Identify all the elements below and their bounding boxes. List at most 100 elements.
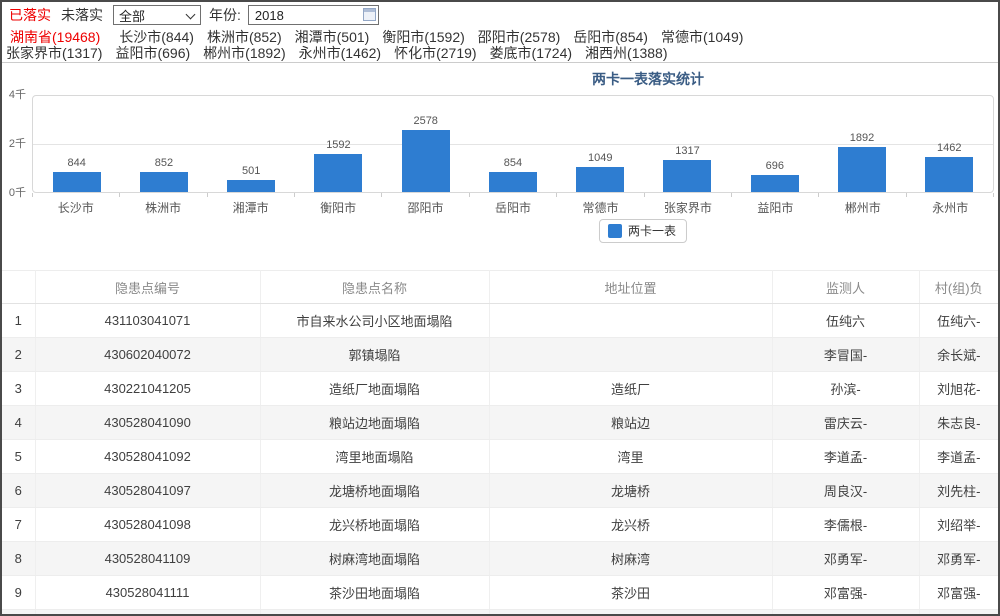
- y-axis-tick-2k: 2千: [2, 138, 26, 150]
- cell-hazard-id: 431103041071: [35, 304, 260, 338]
- x-axis-label: 长沙市: [32, 199, 119, 216]
- city-link[interactable]: 永州市(1462): [299, 45, 381, 61]
- cell-row-number: 1: [2, 304, 35, 338]
- axis-tick: [557, 193, 644, 197]
- cell-monitor: 邓勇军-: [772, 542, 919, 576]
- cell-village-officer: 刘旭花-: [919, 372, 998, 406]
- cell-hazard-name: 造纸厂地面塌陷: [260, 372, 489, 406]
- table-row[interactable]: 4430528041090粮站边地面塌陷粮站边雷庆云-朱志良-: [2, 406, 998, 440]
- bar-value-label: 1892: [850, 132, 874, 144]
- x-axis-label: 常德市: [557, 199, 644, 216]
- x-axis-label: 邵阳市: [382, 199, 469, 216]
- table-row[interactable]: 7430528041098龙兴桥地面塌陷龙兴桥李儒根-刘绍举-: [2, 508, 998, 542]
- legend[interactable]: 两卡一表: [599, 219, 687, 243]
- cell-monitor: 邓富强-: [772, 576, 919, 610]
- bar[interactable]: [227, 180, 275, 192]
- city-link[interactable]: 娄底市(1724): [490, 45, 572, 61]
- province-link[interactable]: 湖南省(19468): [10, 29, 100, 45]
- x-axis-labels: 长沙市株洲市湘潭市衡阳市邵阳市岳阳市常德市张家界市益阳市郴州市永州市: [32, 199, 994, 216]
- axis-tick: [382, 193, 469, 197]
- bar[interactable]: [663, 160, 711, 192]
- bar-value-label: 696: [766, 160, 784, 172]
- axis-tick: [120, 193, 207, 197]
- cell-hazard-id: 430528041111: [35, 576, 260, 610]
- table-row[interactable]: 3430221041205造纸厂地面塌陷造纸厂孙滨-刘旭花-: [2, 372, 998, 406]
- bar-value-label: 1592: [326, 139, 350, 151]
- city-link[interactable]: 株洲市(852): [207, 29, 282, 45]
- cell-monitor: 李道孟-: [772, 440, 919, 474]
- cell-hazard-id: 430528041098: [35, 508, 260, 542]
- bar-cell: 696: [731, 96, 818, 192]
- bar[interactable]: [402, 130, 450, 192]
- tab-not-implemented[interactable]: 未落实: [61, 5, 103, 25]
- bar[interactable]: [53, 172, 101, 192]
- bar[interactable]: [925, 157, 973, 192]
- city-link[interactable]: 长沙市(844): [119, 29, 194, 45]
- city-link[interactable]: 湘西州(1388): [585, 45, 667, 61]
- bar-value-label: 501: [242, 165, 260, 177]
- plot-area: 844852501159225788541049131769618921462: [32, 95, 994, 193]
- cell-row-number: 4: [2, 406, 35, 440]
- x-axis-label: 张家界市: [644, 199, 731, 216]
- axis-tick: [732, 193, 819, 197]
- cell-row-number: 10: [2, 610, 35, 616]
- region-filter-select[interactable]: 全部: [113, 5, 201, 25]
- city-link[interactable]: 常德市(1049): [661, 29, 743, 45]
- cell-village-officer: 刘绍举-: [919, 508, 998, 542]
- cell-village-officer: 刘先柱-: [919, 474, 998, 508]
- city-link[interactable]: 益阳市(696): [115, 45, 190, 61]
- hazard-table-wrap: 隐患点编号隐患点名称地址位置监测人村(组)负 1431103041071市自来水…: [2, 270, 998, 616]
- table-row[interactable]: 5430528041092湾里地面塌陷湾里李道孟-李道孟-: [2, 440, 998, 474]
- calendar-icon[interactable]: [363, 8, 376, 21]
- axis-tick: [645, 193, 732, 197]
- table-row[interactable]: 9430528041111茶沙田地面塌陷茶沙田邓富强-邓富强-: [2, 576, 998, 610]
- city-link[interactable]: 湘潭市(501): [295, 29, 370, 45]
- bar-cell: 501: [208, 96, 295, 192]
- bar[interactable]: [751, 175, 799, 192]
- cell-hazard-id: 430528041097: [35, 474, 260, 508]
- year-input[interactable]: [248, 5, 379, 25]
- bar[interactable]: [140, 172, 188, 192]
- x-axis-label: 株洲市: [119, 199, 206, 216]
- cell-hazard-name: 龙兴桥地面塌陷: [260, 508, 489, 542]
- city-link[interactable]: 怀化市(2719): [394, 45, 476, 61]
- table-row[interactable]: 1431103041071市自来水公司小区地面塌陷伍纯六伍纯六-: [2, 304, 998, 338]
- cell-hazard-name: 龙塘桥地面塌陷: [260, 474, 489, 508]
- table-row[interactable]: 6430528041097龙塘桥地面塌陷龙塘桥周良汉-刘先柱-: [2, 474, 998, 508]
- x-axis-label: 湘潭市: [207, 199, 294, 216]
- cell-hazard-id: 430528041092: [35, 440, 260, 474]
- bar-chart: 两卡一表落实统计 4千 2千 0千 8448525011592257885410…: [2, 62, 998, 253]
- bar[interactable]: [838, 147, 886, 192]
- year-field-wrap: [248, 5, 379, 25]
- cell-village-officer: 邓富强-: [919, 576, 998, 610]
- year-label: 年份:: [209, 5, 241, 25]
- cell-village-officer: 伍纯六-: [919, 304, 998, 338]
- bar-cell: 1892: [818, 96, 905, 192]
- cell-monitor: 伍纯六: [772, 304, 919, 338]
- bar[interactable]: [489, 172, 537, 192]
- axis-tick: [907, 193, 994, 197]
- tab-implemented[interactable]: 已落实: [9, 5, 51, 25]
- bar[interactable]: [314, 154, 362, 192]
- cell-monitor: 孙滨-: [772, 372, 919, 406]
- city-link[interactable]: 张家界市(1317): [6, 45, 102, 61]
- x-axis-label: 益阳市: [732, 199, 819, 216]
- table-row[interactable]: 10430528041126杨梅山地面塌陷杨梅山李春香-李春香-: [2, 610, 998, 616]
- cell-monitor: 雷庆云-: [772, 406, 919, 440]
- cell-monitor: 李冒国-: [772, 338, 919, 372]
- cell-address: 杨梅山: [489, 610, 772, 616]
- table-row[interactable]: 8430528041109树麻湾地面塌陷树麻湾邓勇军-邓勇军-: [2, 542, 998, 576]
- axis-tick: [295, 193, 382, 197]
- city-link[interactable]: 邵阳市(2578): [478, 29, 560, 45]
- cell-hazard-name: 郭镇塌陷: [260, 338, 489, 372]
- city-link[interactable]: 岳阳市(854): [573, 29, 648, 45]
- table-row[interactable]: 2430602040072郭镇塌陷李冒国-余长斌-: [2, 338, 998, 372]
- city-link[interactable]: 衡阳市(1592): [382, 29, 464, 45]
- bar[interactable]: [576, 167, 624, 192]
- city-link[interactable]: 郴州市(1892): [203, 45, 285, 61]
- bar-value-label: 854: [504, 157, 522, 169]
- cell-hazard-name: 粮站边地面塌陷: [260, 406, 489, 440]
- cell-address: [489, 304, 772, 338]
- bar-cell: 844: [33, 96, 120, 192]
- cell-row-number: 5: [2, 440, 35, 474]
